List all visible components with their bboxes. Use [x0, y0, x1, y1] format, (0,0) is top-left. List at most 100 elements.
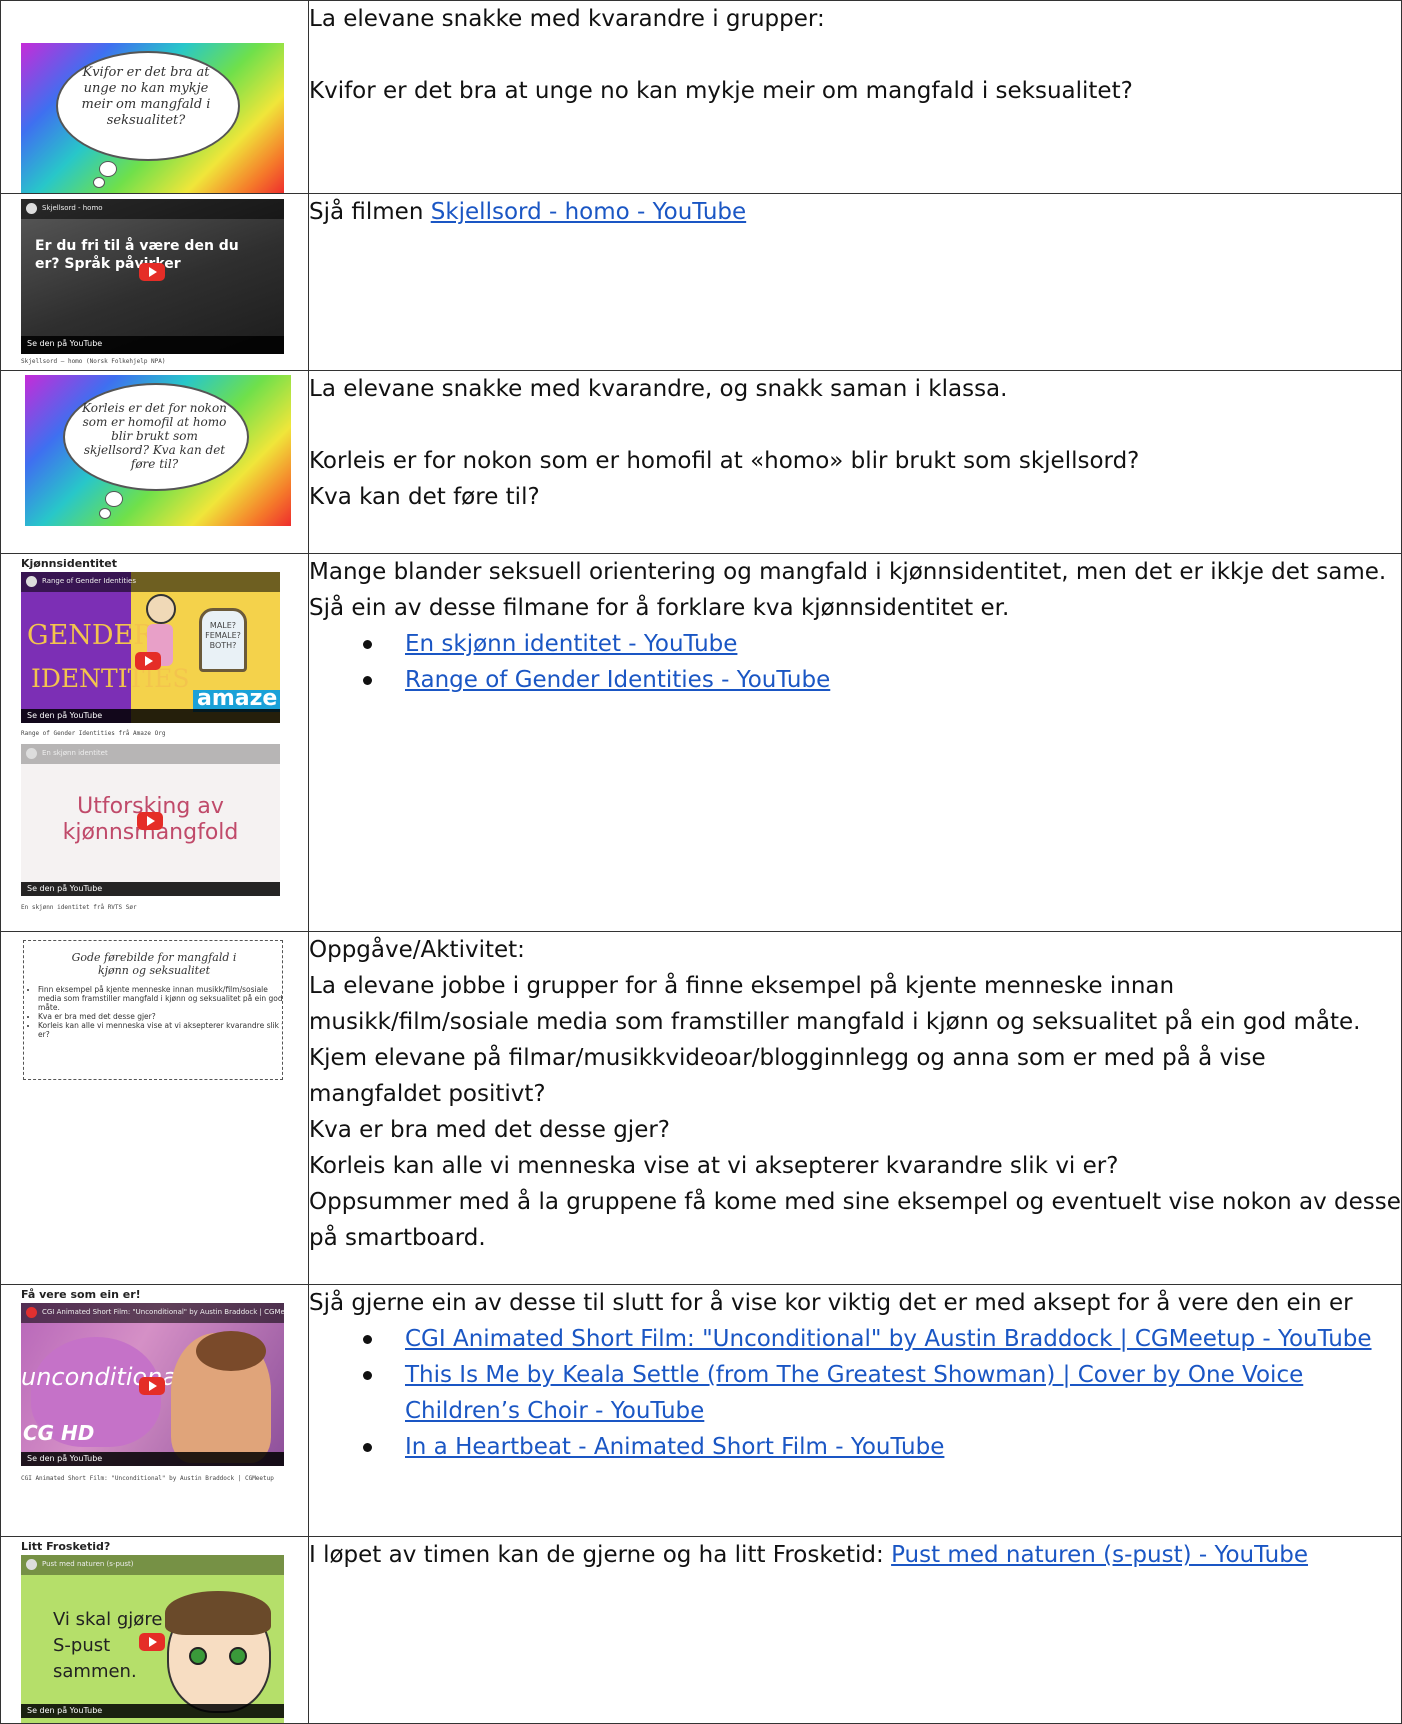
channel-avatar	[26, 1307, 37, 1318]
brand-logo: amaze	[197, 686, 278, 711]
video-title: CGI Animated Short Film: "Unconditional"…	[42, 1308, 284, 1316]
video-title-bar: CGI Animated Short Film: "Unconditional"…	[21, 1303, 284, 1323]
instruction-cell: La elevane snakke med kvarandre i gruppe…	[308, 0, 1402, 194]
watch-on-youtube-label: Se den på YouTube	[27, 339, 103, 348]
paragraph: I løpet av timen kan de gjerne og ha lit…	[309, 1537, 1401, 1573]
link-prefix: I løpet av timen kan de gjerne og ha lit…	[309, 1542, 892, 1568]
thumbnail-cell: Kvifor er det bra at unge no kan mykje m…	[0, 0, 309, 194]
instruction-cell: I løpet av timen kan de gjerne og ha lit…	[308, 1536, 1402, 1724]
video-link[interactable]: In a Heartbeat - Animated Short Film - Y…	[405, 1434, 944, 1460]
video-big-text: IDENTITIES	[31, 664, 190, 693]
paragraph: La elevane jobbe i grupper for å finne e…	[309, 973, 1361, 1107]
character-hair	[196, 1331, 266, 1371]
thought-bubble	[105, 491, 123, 507]
video-caption: CGI Animated Short Film: "Unconditional"…	[21, 1475, 274, 1482]
video-thumbnail[interactable]: Pust med naturen (s-pust) Vi skal gjøre …	[21, 1555, 284, 1723]
paragraph: Sjå gjerne ein av desse til slutt for å …	[309, 1290, 1353, 1316]
cloud-text: Kvifor er det bra at unge no kan mykje m…	[81, 65, 211, 128]
list-item: Range of Gender Identities - YouTube	[363, 662, 1401, 698]
paragraph: La elevane snakke med kvarandre, og snak…	[309, 376, 1008, 402]
video-link[interactable]: This Is Me by Keala Settle (from The Gre…	[405, 1362, 1303, 1424]
video-thumbnail[interactable]: CGI Animated Short Film: "Unconditional"…	[21, 1303, 284, 1466]
paragraph: Oppsummer med å la gruppene få kome med …	[309, 1189, 1401, 1251]
rainbow-cloud-slide: Korleis er det for nokon som er homofil …	[25, 375, 291, 526]
slide-bullet: Kva er bra med det desse gjer?	[38, 1012, 282, 1021]
video-title-bar: En skjønn identitet	[21, 744, 280, 764]
table-row: Kvifor er det bra at unge no kan mykje m…	[0, 0, 1402, 194]
link-prefix: Sjå filmen	[309, 199, 431, 225]
paragraph: Sjå filmen Skjellsord - homo - YouTube	[309, 194, 1401, 230]
youtube-play-icon[interactable]	[139, 263, 165, 281]
paragraph: La elevane snakke med kvarandre i gruppe…	[309, 6, 825, 32]
list-item: This Is Me by Keala Settle (from The Gre…	[363, 1357, 1401, 1429]
table-row: Gode førebilde for mangfald i kjønn og s…	[0, 931, 1402, 1285]
question-sign: MALE? FEMALE? BOTH?	[199, 608, 247, 672]
watch-on-youtube-label: Se den på YouTube	[27, 711, 103, 720]
table-row: Skjellsord - homo Er du fri til å være d…	[0, 193, 1402, 371]
thought-bubble	[99, 508, 111, 519]
section-title: Litt Frosketid?	[21, 1540, 111, 1553]
video-caption: Range of Gender Identities frå Amaze Org	[21, 730, 166, 737]
section-title: Få vere som ein er!	[21, 1288, 141, 1301]
activity-slide: Gode førebilde for mangfald i kjønn og s…	[23, 940, 283, 1080]
rainbow-cloud-slide: Kvifor er det bra at unge no kan mykje m…	[21, 43, 284, 193]
instruction-cell: La elevane snakke med kvarandre, og snak…	[308, 370, 1402, 554]
channel-avatar	[26, 748, 37, 759]
watch-on-youtube-bar: Se den på YouTube	[21, 1452, 284, 1466]
video-title: Pust med naturen (s-pust)	[42, 1560, 134, 1568]
paragraph: Korleis kan alle vi menneska vise at vi …	[309, 1153, 1119, 1179]
channel-avatar	[26, 203, 37, 214]
video-title-bar: Skjellsord - homo	[21, 199, 284, 219]
watch-on-youtube-bar: Se den på YouTube	[21, 1704, 284, 1718]
video-thumbnail[interactable]: En skjønn identitet Utforsking av kjønns…	[21, 744, 280, 896]
watch-on-youtube-label: Se den på YouTube	[27, 1454, 103, 1463]
link-list: CGI Animated Short Film: "Unconditional"…	[309, 1321, 1401, 1465]
video-link[interactable]: Pust med naturen (s-pust) - YouTube	[891, 1542, 1308, 1568]
youtube-play-icon[interactable]	[139, 1633, 165, 1651]
paragraph: Kvifor er det bra at unge no kan mykje m…	[309, 78, 1133, 104]
video-title: En skjønn identitet	[42, 749, 108, 757]
video-caption: Skjellsord – homo (Norsk Folkehjelp NPA)	[21, 358, 166, 365]
list-item: CGI Animated Short Film: "Unconditional"…	[363, 1321, 1401, 1357]
slide-bullet: Finn eksempel på kjente menneske innan m…	[38, 985, 282, 1012]
youtube-play-icon[interactable]	[135, 652, 161, 670]
cloud-text: Korleis er det for nokon som er homofil …	[82, 401, 227, 471]
thumbnail-cell: Litt Frosketid? Pust med naturen (s-pust…	[0, 1536, 309, 1724]
channel-avatar	[26, 576, 37, 587]
list-item: En skjønn identitet - YouTube	[363, 626, 1401, 662]
cartoon-hair	[165, 1591, 271, 1635]
video-title-bar: Range of Gender Identities	[21, 572, 280, 592]
paragraph: Oppgåve/Aktivitet:	[309, 937, 525, 963]
video-title: Skjellsord - homo	[42, 204, 103, 212]
instruction-cell: Sjå gjerne ein av desse til slutt for å …	[308, 1284, 1402, 1537]
slide-bullets: Finn eksempel på kjente menneske innan m…	[28, 985, 282, 1039]
link-list: En skjønn identitet - YouTube Range of G…	[309, 626, 1401, 698]
table-row: Korleis er det for nokon som er homofil …	[0, 370, 1402, 554]
slide-bullet: Korleis kan alle vi menneska vise at vi …	[38, 1021, 282, 1039]
youtube-play-icon[interactable]	[137, 812, 163, 830]
thought-bubble	[99, 161, 117, 177]
video-link[interactable]: En skjønn identitet - YouTube	[405, 631, 737, 657]
video-link[interactable]: CGI Animated Short Film: "Unconditional"…	[405, 1326, 1372, 1352]
watch-on-youtube-bar: Se den på YouTube	[21, 882, 280, 896]
video-title: Range of Gender Identities	[42, 577, 136, 585]
cartoon-head	[146, 594, 176, 624]
thumbnail-cell: Få vere som ein er! CGI Animated Short F…	[0, 1284, 309, 1537]
lesson-table: Kvifor er det bra at unge no kan mykje m…	[0, 0, 1402, 1724]
thumbnail-cell: Kjønnsidentitet Range of Gender Identiti…	[0, 553, 309, 932]
paragraph: Korleis er for nokon som er homofil at «…	[309, 448, 1140, 474]
table-row: Kjønnsidentitet Range of Gender Identiti…	[0, 553, 1402, 932]
video-link[interactable]: Skjellsord - homo - YouTube	[431, 199, 746, 225]
section-title: Kjønnsidentitet	[21, 557, 118, 570]
video-thumbnail[interactable]: Range of Gender Identities GENDER IDENTI…	[21, 572, 280, 723]
table-row: Litt Frosketid? Pust med naturen (s-pust…	[0, 1536, 1402, 1724]
youtube-play-icon[interactable]	[139, 1377, 165, 1395]
slide-heading: Gode førebilde for mangfald i kjønn og s…	[71, 951, 237, 977]
cartoon-eye	[229, 1647, 247, 1665]
cg-hd-badge: CG HD	[23, 1421, 95, 1445]
paragraph: Kva er bra med det desse gjer?	[309, 1117, 671, 1143]
instruction-cell: Oppgåve/Aktivitet: La elevane jobbe i gr…	[308, 931, 1402, 1285]
video-thumbnail[interactable]: Skjellsord - homo Er du fri til å være d…	[21, 199, 284, 354]
cartoon-eye	[189, 1647, 207, 1665]
video-link[interactable]: Range of Gender Identities - YouTube	[405, 667, 830, 693]
